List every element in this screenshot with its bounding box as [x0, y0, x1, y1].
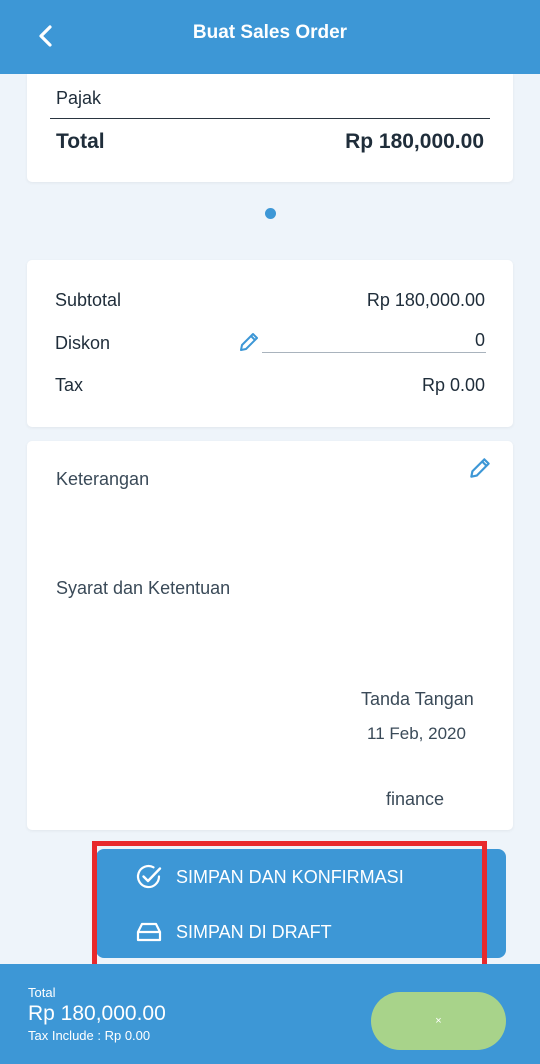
save-and-confirm-label: SIMPAN DAN KONFIRMASI [176, 866, 404, 887]
close-menu-button[interactable]: × [371, 992, 506, 1050]
total-label: Total [56, 130, 105, 153]
bottom-total-value: Rp 180,000.00 [28, 1002, 166, 1025]
tax-include-text: Tax Include : Rp 0.00 [28, 1028, 151, 1043]
subtotal-label: Subtotal [55, 290, 122, 310]
signature-date: 11 Feb, 2020 [367, 724, 466, 743]
tax-value: Rp 0.00 [421, 375, 485, 395]
inbox-tray-icon [134, 917, 164, 947]
save-action-menu: SIMPAN DAN KONFIRMASI SIMPAN DI DRAFT [96, 849, 506, 958]
discount-input[interactable] [262, 328, 486, 353]
tax-label: Tax [55, 375, 84, 395]
bottom-total-label: Total [28, 985, 56, 1000]
signature-name: finance [386, 789, 445, 809]
save-and-confirm-button[interactable]: SIMPAN DAN KONFIRMASI [134, 859, 404, 895]
discount-label: Diskon [55, 333, 111, 353]
total-value: Rp 180,000.00 [345, 130, 484, 153]
save-draft-label: SIMPAN DI DRAFT [176, 921, 332, 942]
pencil-icon[interactable] [467, 455, 493, 481]
save-draft-button[interactable]: SIMPAN DI DRAFT [134, 914, 332, 950]
pencil-icon[interactable] [237, 330, 261, 354]
summary-card: Subtotal Rp 180,000.00 Diskon Tax Rp 0.0… [27, 260, 513, 427]
notes-card: Keterangan Syarat dan Ketentuan Tanda Ta… [27, 441, 513, 830]
page-title: Buat Sales Order [192, 22, 348, 43]
close-icon: × [435, 1015, 442, 1027]
keterangan-label: Keterangan [56, 469, 150, 489]
bottom-total-bar: Total Rp 180,000.00 Tax Include : Rp 0.0… [0, 964, 540, 1064]
pajak-label: Pajak [56, 88, 102, 108]
signature-label: Tanda Tangan [361, 689, 474, 709]
app-header: Buat Sales Order [0, 0, 540, 74]
check-circle-icon [134, 862, 164, 892]
subtotal-value: Rp 180,000.00 [366, 290, 485, 310]
syarat-label: Syarat dan Ketentuan [56, 578, 231, 598]
divider [50, 118, 490, 119]
page-indicator-dot[interactable] [265, 208, 276, 219]
totals-card: Pajak Total Rp 180,000.00 [27, 74, 513, 182]
